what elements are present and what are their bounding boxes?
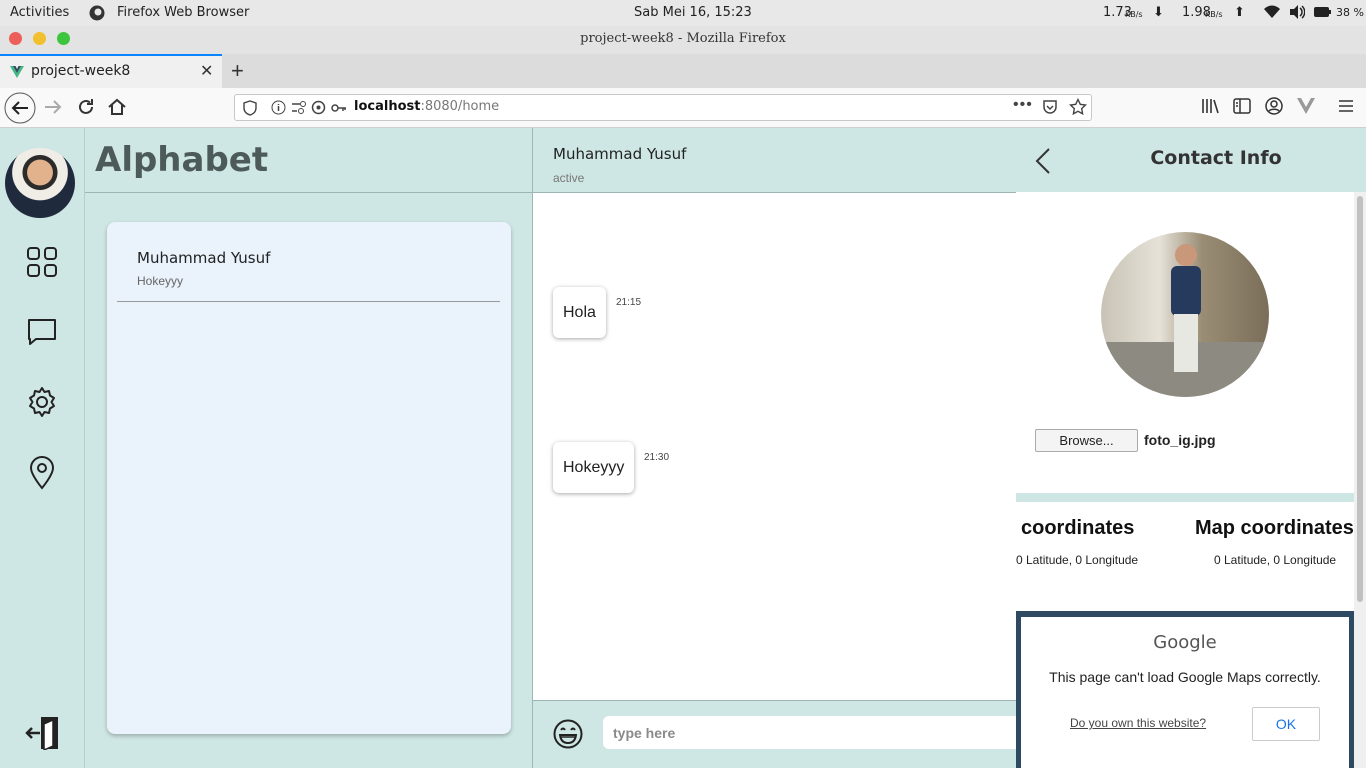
upload-arrow-icon: ⬆ [1234, 5, 1245, 20]
app-sidebar [0, 128, 85, 768]
home-icon[interactable] [107, 97, 127, 122]
scrollbar-thumb[interactable] [1357, 196, 1363, 602]
contact-list-card: Muhammad Yusuf Hokeyyy [107, 222, 511, 734]
chat-contact-name: Muhammad Yusuf [553, 145, 687, 163]
minimize-window-button[interactable] [33, 32, 46, 45]
user-avatar[interactable] [5, 148, 75, 218]
chat-header: Muhammad Yusuf active [533, 128, 1016, 193]
tab-project-week8[interactable]: project-week8 ✕ [0, 54, 222, 88]
contact-list-item[interactable]: Muhammad Yusuf Hokeyyy [117, 242, 500, 302]
bookmark-star-icon[interactable] [1068, 97, 1088, 121]
volume-icon[interactable] [1289, 4, 1306, 24]
chat-status: active [553, 171, 585, 185]
shield-icon[interactable] [243, 100, 257, 121]
permissions-icon[interactable] [291, 100, 307, 120]
new-tab-icon[interactable]: + [231, 58, 244, 84]
close-window-button[interactable] [9, 32, 22, 45]
google-logo: Google [1153, 632, 1217, 653]
reload-icon[interactable] [76, 97, 96, 122]
close-tab-icon[interactable]: ✕ [200, 61, 213, 81]
contact-name: Muhammad Yusuf [137, 249, 271, 267]
forward-icon[interactable] [43, 97, 63, 122]
map-ok-button[interactable]: OK [1252, 707, 1320, 741]
vue-favicon-icon [10, 65, 24, 83]
app-menu-label[interactable]: Firefox Web Browser [117, 5, 249, 20]
page-actions-icon[interactable]: ••• [1013, 96, 1033, 114]
firefox-app-icon [88, 4, 106, 26]
info-icon[interactable] [271, 100, 286, 120]
logout-icon[interactable] [24, 716, 60, 755]
account-icon[interactable] [1265, 97, 1283, 120]
contact-info-title: Contact Info [1150, 147, 1282, 169]
wifi-icon[interactable] [1263, 4, 1281, 24]
contact-last-message: Hokeyyy [137, 274, 184, 288]
location-icon[interactable] [28, 456, 56, 495]
message-input[interactable] [603, 716, 1016, 749]
url-bar[interactable]: localhost:8080/home ••• [234, 94, 1092, 121]
tab-title: project-week8 [31, 63, 131, 79]
browse-button[interactable]: Browse... [1035, 429, 1138, 452]
net-up-unit: KB/s [1205, 10, 1223, 19]
chat-message: Hokeyyy [553, 442, 635, 493]
map-coordinates-value: 0 Latitude, 0 Longitude [1214, 553, 1337, 567]
system-top-bar: Activities Firefox Web Browser Sab Mei 1… [0, 0, 1366, 26]
clock[interactable]: Sab Mei 16, 15:23 [634, 5, 752, 20]
page-title: Alphabet [95, 140, 269, 180]
contact-list-header: Alphabet [85, 128, 532, 193]
url-host: localhost [354, 99, 421, 114]
back-icon[interactable] [4, 92, 36, 129]
map-error-dialog: Google This page can't load Google Maps … [1021, 617, 1349, 768]
selected-file-name: foto_ig.jpg [1144, 432, 1216, 448]
pocket-icon[interactable] [1042, 99, 1058, 120]
net-down-unit: KB/s [1125, 10, 1143, 19]
dashboard-icon[interactable] [26, 246, 58, 283]
window-title-bar: project-week8 - Mozilla Firefox [0, 26, 1366, 54]
menu-hamburger-icon[interactable] [1338, 98, 1354, 119]
map-error-message: This page can't load Google Maps correct… [1049, 669, 1321, 685]
emoji-icon[interactable] [552, 718, 584, 755]
url-text[interactable]: localhost:8080/home [354, 99, 499, 114]
settings-icon[interactable] [26, 386, 58, 423]
coordinates-heading: coordinates [1021, 517, 1135, 539]
battery-icon[interactable] [1314, 6, 1332, 22]
contact-photo [1101, 232, 1269, 397]
sidebar-toggle-icon[interactable] [1233, 98, 1251, 119]
contact-info-header: Contact Info [1016, 128, 1366, 192]
vue-devtools-icon[interactable] [1297, 98, 1315, 119]
chat-message: Hola [553, 287, 606, 338]
coordinates-value: 0 Latitude, 0 Longitude [1016, 553, 1139, 567]
library-icon[interactable] [1201, 98, 1219, 119]
section-divider [1016, 493, 1354, 502]
chat-icon[interactable] [26, 317, 58, 352]
maximize-window-button[interactable] [57, 32, 70, 45]
battery-percent: 38 % [1336, 6, 1364, 19]
own-website-link[interactable]: Do you own this website? [1070, 716, 1206, 730]
activities-button[interactable]: Activities [10, 5, 69, 20]
message-time: 21:15 [616, 297, 642, 308]
key-icon[interactable] [331, 101, 347, 119]
download-arrow-icon: ⬇ [1153, 5, 1164, 20]
message-time: 21:30 [644, 452, 670, 463]
tracking-icon[interactable] [311, 100, 326, 120]
window-title: project-week8 - Mozilla Firefox [580, 31, 786, 46]
url-path: :8080/home [420, 99, 500, 114]
map-coordinates-heading: Map coordinates [1195, 517, 1354, 539]
